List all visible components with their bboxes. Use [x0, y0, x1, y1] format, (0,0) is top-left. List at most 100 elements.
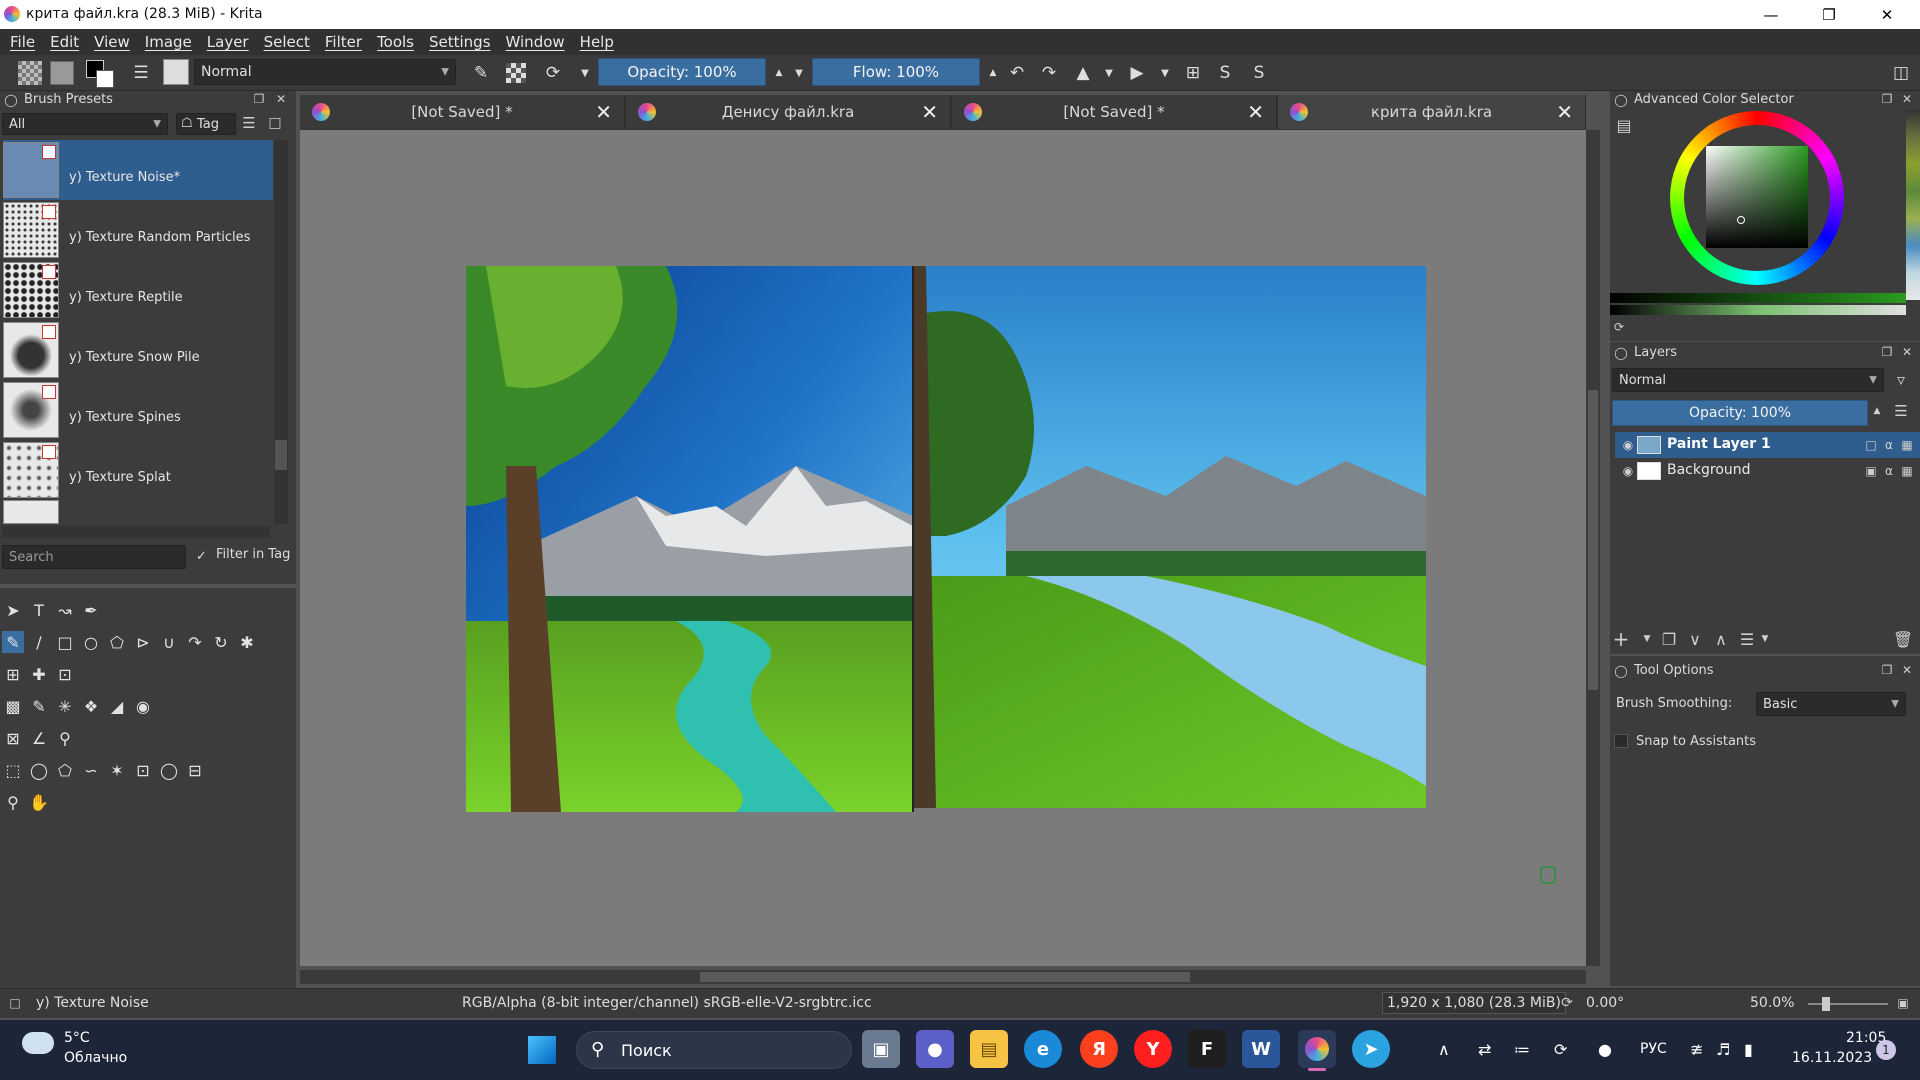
brush-preset-item[interactable]: y) Texture Reptile: [3, 260, 273, 320]
brush-preset-item[interactable]: y) Texture Splat: [3, 440, 273, 500]
tab-not-saved-2[interactable]: [Not Saved] * ✕: [952, 95, 1277, 129]
tray-app-icon[interactable]: ≔: [1514, 1040, 1530, 1059]
show-hidden-icons-icon[interactable]: ∧: [1438, 1040, 1450, 1059]
inherit-alpha-icon[interactable]: ▦: [1900, 464, 1914, 478]
weather-cloud-icon[interactable]: [22, 1032, 54, 1054]
color-selector-settings-icon[interactable]: ▤: [1616, 116, 1631, 135]
pattern-icon[interactable]: [18, 61, 42, 85]
brush-preset-item[interactable]: y) Texture Noise*: [3, 140, 273, 200]
eraser-mode-icon[interactable]: ✎: [470, 62, 492, 84]
opacity-slider[interactable]: Opacity: 100%: [598, 58, 766, 86]
assistant-tool-icon[interactable]: ⊠: [2, 727, 24, 749]
similar-color-selection-tool-icon[interactable]: ⊡: [132, 759, 154, 781]
alpha-lock-icon[interactable]: α: [1882, 438, 1896, 452]
move-layer-down-icon[interactable]: ∨: [1688, 630, 1702, 649]
opacity-spin-icon[interactable]: ▲: [1870, 404, 1884, 418]
color-picker-tool-icon[interactable]: ✎: [28, 695, 50, 717]
menu-image[interactable]: Image: [145, 33, 192, 51]
zoom-tool-icon[interactable]: ⚲: [2, 791, 24, 813]
close-docker-icon[interactable]: ✕: [1900, 92, 1914, 106]
undo-icon[interactable]: ↶: [1006, 62, 1028, 84]
menu-settings[interactable]: Settings: [429, 33, 491, 51]
input-language[interactable]: РУС: [1640, 1041, 1667, 1057]
close-docker-icon[interactable]: ✕: [274, 92, 288, 106]
crop-tool-icon[interactable]: ⊡: [54, 663, 76, 685]
transform-tool-icon[interactable]: ⊞: [2, 663, 24, 685]
close-tab-icon[interactable]: ✕: [921, 100, 938, 124]
layer-lock-icon[interactable]: □: [1864, 438, 1878, 452]
mirror-horizontal-icon[interactable]: ▲: [1072, 62, 1094, 84]
notification-badge[interactable]: 1: [1876, 1040, 1896, 1060]
menu-filter[interactable]: Filter: [325, 33, 362, 51]
saturation-value-square[interactable]: [1706, 146, 1808, 248]
canvas-only-icon[interactable]: ▣: [1896, 996, 1910, 1010]
microphone-icon[interactable]: ●: [1598, 1040, 1612, 1059]
chevron-down-icon[interactable]: ▼: [788, 62, 810, 84]
dynamic-brush-tool-icon[interactable]: ↻: [210, 631, 232, 653]
brush-smoothing-select[interactable]: Basic ▼: [1756, 692, 1906, 716]
edit-brush-settings-icon[interactable]: ☰: [130, 62, 152, 84]
move-layer-up-icon[interactable]: ∧: [1714, 630, 1728, 649]
freehand-brush-tool-icon[interactable]: ✎: [2, 631, 24, 653]
float-docker-icon[interactable]: ❐: [252, 92, 266, 106]
chevron-down-icon[interactable]: ▼: [574, 62, 596, 84]
layer-properties-icon[interactable]: ☰: [1740, 630, 1754, 649]
workspace-chooser-icon[interactable]: ◫: [1890, 62, 1912, 84]
volume-icon[interactable]: ♬: [1716, 1040, 1730, 1059]
layer-opacity-slider[interactable]: Opacity: 100%: [1612, 400, 1868, 426]
canvas-horizontal-scrollbar[interactable]: [300, 970, 1586, 984]
lock-icon[interactable]: ◯: [1614, 346, 1628, 360]
checkbox-checked-icon[interactable]: ✓: [196, 549, 210, 564]
eye-icon[interactable]: ◉: [1621, 438, 1635, 452]
chevron-down-icon[interactable]: ▼: [1098, 62, 1120, 84]
scrollbar-thumb[interactable]: [700, 972, 1190, 982]
rotation-value[interactable]: 0.00°: [1586, 995, 1624, 1011]
layer-options-icon[interactable]: ☰: [1894, 402, 1908, 420]
menu-tools[interactable]: Tools: [377, 33, 414, 51]
tag-select[interactable]: ☖ Tag: [176, 113, 236, 135]
tab-denisu-file[interactable]: Денису файл.kra ✕: [626, 95, 951, 129]
blend-mode-select[interactable]: Normal ▼: [194, 59, 456, 85]
close-tab-icon[interactable]: ✕: [595, 100, 612, 124]
float-docker-icon[interactable]: ❐: [1880, 663, 1894, 677]
stabilizer-icon[interactable]: S: [1248, 62, 1270, 84]
brush-preset-item[interactable]: y) Texture Random Particles: [3, 200, 273, 260]
shade-strip-1[interactable]: [1610, 293, 1906, 303]
menu-help[interactable]: Help: [580, 33, 614, 51]
taskbar-date[interactable]: 16.11.2023: [1792, 1050, 1872, 1066]
zoom-value[interactable]: 50.0%: [1750, 995, 1794, 1011]
ellipse-tool-icon[interactable]: ○: [80, 631, 102, 653]
rotate-icon[interactable]: ⟳: [1560, 995, 1574, 1011]
preset-filter-select[interactable]: All ▼: [2, 113, 168, 135]
duplicate-layer-icon[interactable]: ❐: [1662, 630, 1676, 649]
smoothing-icon[interactable]: S: [1214, 62, 1236, 84]
menu-select[interactable]: Select: [264, 33, 310, 51]
contiguous-selection-tool-icon[interactable]: ✶: [106, 759, 128, 781]
figma-icon[interactable]: F: [1188, 1030, 1226, 1068]
opacity-spin-icon[interactable]: ▲: [768, 62, 790, 84]
magnetic-selection-tool-icon[interactable]: ⊟: [184, 759, 206, 781]
filter-icon[interactable]: ▿: [1894, 370, 1908, 389]
restore-button[interactable]: ❐: [1800, 0, 1858, 29]
rectangular-selection-tool-icon[interactable]: ⬚: [2, 759, 24, 781]
yandex-browser-icon[interactable]: Y: [1134, 1030, 1172, 1068]
lock-icon[interactable]: ◯: [1614, 664, 1628, 678]
brush-preset-item[interactable]: y) Texture Spines: [3, 380, 273, 440]
close-tab-icon[interactable]: ✕: [1556, 100, 1573, 124]
line-tool-icon[interactable]: ∕: [28, 631, 50, 653]
view-mode-icon[interactable]: ☰: [242, 114, 256, 132]
brush-preset-item[interactable]: y) Texture Snow Pile: [3, 320, 273, 380]
wifi-icon[interactable]: ≇: [1690, 1040, 1703, 1059]
tray-app-icon[interactable]: ⇄: [1478, 1040, 1491, 1059]
scrollbar-thumb[interactable]: [275, 440, 287, 470]
brush-preset-chooser-icon[interactable]: [163, 59, 189, 85]
multibrush-tool-icon[interactable]: ✱: [236, 631, 258, 653]
freehand-selection-tool-icon[interactable]: ∽: [80, 759, 102, 781]
taskbar-search-box[interactable]: ⚲ Поиск: [576, 1031, 852, 1069]
close-docker-icon[interactable]: ✕: [1900, 663, 1914, 677]
bezier-selection-tool-icon[interactable]: ◯: [158, 759, 180, 781]
edge-browser-icon[interactable]: e: [1024, 1030, 1062, 1068]
pan-tool-icon[interactable]: ✋: [28, 791, 50, 813]
preset-search-input[interactable]: Search: [2, 545, 186, 569]
reference-images-tool-icon[interactable]: ⚲: [54, 727, 76, 749]
